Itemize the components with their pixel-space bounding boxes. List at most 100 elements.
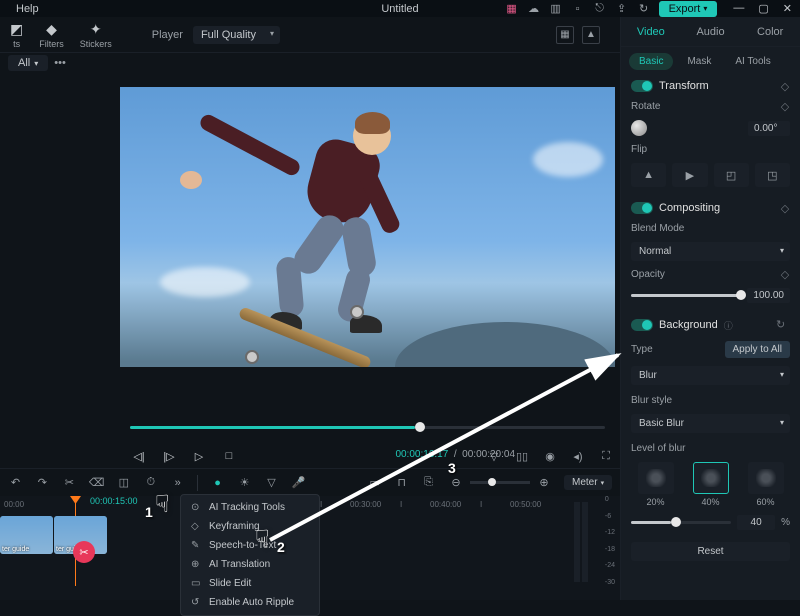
ctx-ai-translation[interactable]: ⊕AI Translation <box>181 555 319 574</box>
link-icon[interactable]: ⎋ <box>593 2 607 16</box>
quality-dropdown[interactable]: Full Quality <box>193 26 280 44</box>
gift-icon[interactable]: ▦ <box>505 2 519 16</box>
apply-to-all-button[interactable]: Apply to All <box>725 341 790 358</box>
video-preview[interactable] <box>120 87 615 367</box>
reset-button[interactable]: Reset <box>631 542 790 561</box>
blur-40-button[interactable] <box>693 462 729 494</box>
transitions-icon: ◩ <box>10 21 23 38</box>
rotate-value[interactable]: 0.00° <box>748 121 790 136</box>
redo-icon[interactable]: ↷ <box>35 475 50 491</box>
zoom-out-icon[interactable]: ⊖ <box>448 475 464 491</box>
link-icon[interactable]: ⎘ <box>421 475 436 491</box>
save-icon[interactable]: ▫ <box>571 2 585 16</box>
snapshot-icon[interactable]: ▲ <box>582 26 600 44</box>
voice-icon[interactable]: 🎤 <box>291 475 306 491</box>
volume-icon[interactable]: ◂) <box>569 447 587 465</box>
blend-mode-dropdown[interactable]: Normal <box>631 242 790 261</box>
magnet-icon[interactable]: ⊓ <box>394 475 409 491</box>
filters-icon: ◆ <box>46 21 57 38</box>
layout-icon[interactable]: ▦ <box>556 26 574 44</box>
rotate-ccw-button[interactable]: ◰ <box>714 163 749 187</box>
ctx-ai-tracking[interactable]: ⊙AI Tracking Tools <box>181 498 319 517</box>
subtab-mask[interactable]: Mask <box>677 53 721 70</box>
keyframe-diamond-icon[interactable]: ◇ <box>780 81 790 91</box>
blur-60-button[interactable] <box>748 462 784 494</box>
titlebar: Help Untitled ▦ ☁ ▥ ▫ ⎋ ⇪ ↻ Export — ▢ ✕ <box>0 0 800 17</box>
marker-icon[interactable]: ▽ <box>485 447 503 465</box>
next-frame-button[interactable]: |▷ <box>160 447 178 465</box>
blur-level-slider[interactable] <box>631 521 731 524</box>
info-icon[interactable]: ⓘ <box>724 319 733 332</box>
fullscreen-icon[interactable]: ⛶ <box>597 447 615 465</box>
timeline-toolbar: ↶ ↷ ✂ ⌫ ◫ ⏱ » ● ☀ ▽ 🎤 ▭ ⊓ ⎘ ⊖ ⊕ Meter <box>0 468 620 496</box>
minimize-icon[interactable]: — <box>733 2 744 15</box>
meter-dropdown[interactable]: Meter <box>564 475 612 490</box>
opacity-slider[interactable] <box>631 294 741 297</box>
record-icon[interactable]: ● <box>210 475 225 491</box>
stop-button[interactable]: □ <box>220 447 238 465</box>
more-icon[interactable]: ••• <box>54 57 66 69</box>
delete-icon[interactable]: ⌫ <box>89 475 105 491</box>
blend-mode-label: Blend Mode <box>631 223 684 234</box>
share-icon[interactable]: ⇪ <box>615 2 629 16</box>
ctx-keyframing[interactable]: ◇Keyframing <box>181 517 319 536</box>
cloud-icon[interactable]: ☁ <box>527 2 541 16</box>
history-icon[interactable]: ↻ <box>637 2 651 16</box>
menu-help[interactable]: Help <box>8 3 47 15</box>
play-button[interactable]: ▷ <box>190 447 208 465</box>
properties-panel: Video Audio Color Basic Mask AI Tools Tr… <box>620 17 800 600</box>
tab-audio[interactable]: Audio <box>681 17 741 46</box>
tool-filters[interactable]: ◆Filters <box>33 19 70 51</box>
ctx-slide-edit[interactable]: ▭Slide Edit <box>181 574 319 593</box>
close-icon[interactable]: ✕ <box>783 2 792 15</box>
tool-stickers[interactable]: ✦Stickers <box>74 19 118 51</box>
subtab-ai-tools[interactable]: AI Tools <box>725 53 780 70</box>
player-label: Player <box>152 29 183 41</box>
rotate-knob[interactable] <box>631 120 647 136</box>
opacity-value[interactable]: 100.00 <box>747 288 790 303</box>
blur-style-dropdown[interactable]: Basic Blur <box>631 414 790 433</box>
compare-icon[interactable]: ▯▯ <box>513 447 531 465</box>
blur-20-button[interactable] <box>638 462 674 494</box>
snapshot-icon[interactable]: ◉ <box>541 447 559 465</box>
subtab-basic[interactable]: Basic <box>629 53 673 70</box>
blur-level-value[interactable]: 40 <box>737 515 775 530</box>
bg-type-dropdown[interactable]: Blur <box>631 366 790 385</box>
tab-color[interactable]: Color <box>740 17 800 46</box>
ctx-speech-to-text[interactable]: ✎Speech-to-Text <box>181 536 319 555</box>
reset-icon[interactable]: ↻ <box>776 318 790 332</box>
scissors-icon[interactable]: ✂ <box>73 541 95 563</box>
adjust-icon[interactable]: ☀ <box>237 475 252 491</box>
video-clip[interactable]: ter guide <box>0 516 53 554</box>
keyframe-diamond-icon[interactable]: ◇ <box>780 102 790 112</box>
speed-icon[interactable]: ⏱ <box>143 475 158 491</box>
maximize-icon[interactable]: ▢ <box>758 2 768 15</box>
crop-icon[interactable]: ◫ <box>116 475 131 491</box>
keyframe-diamond-icon[interactable]: ◇ <box>780 203 790 213</box>
ctx-auto-ripple[interactable]: ↺Enable Auto Ripple <box>181 593 319 612</box>
keyframe-diamond-icon[interactable]: ◇ <box>780 270 790 280</box>
tool-icon[interactable]: ▥ <box>549 2 563 16</box>
flip-vertical-button[interactable]: ▶ <box>672 163 707 187</box>
undo-icon[interactable]: ↶ <box>8 475 23 491</box>
level-of-blur-label: Level of blur <box>631 443 685 454</box>
transform-toggle[interactable] <box>631 80 653 92</box>
cut-icon[interactable]: ✂ <box>62 475 77 491</box>
flip-horizontal-button[interactable]: ▲ <box>631 163 666 187</box>
prev-frame-button[interactable]: ◁| <box>130 447 148 465</box>
export-button[interactable]: Export <box>659 1 718 17</box>
track-icon[interactable]: ▭ <box>367 475 382 491</box>
zoom-slider[interactable] <box>470 481 530 484</box>
all-filter-dropdown[interactable]: All <box>8 55 48 71</box>
zoom-in-icon[interactable]: ⊕ <box>536 475 552 491</box>
playback-progress[interactable] <box>130 423 605 431</box>
tab-video[interactable]: Video <box>621 17 681 46</box>
rotate-cw-button[interactable]: ◳ <box>755 163 790 187</box>
more-tools-icon[interactable]: » <box>170 475 185 491</box>
blur-style-label: Blur style <box>631 395 672 406</box>
background-toggle[interactable] <box>631 319 653 331</box>
compositing-toggle[interactable] <box>631 202 653 214</box>
tool-transitions[interactable]: ◩ts <box>4 19 29 51</box>
marker2-icon[interactable]: ▽ <box>264 475 279 491</box>
playback-controls: ◁| |▷ ▷ □ <box>130 447 238 465</box>
